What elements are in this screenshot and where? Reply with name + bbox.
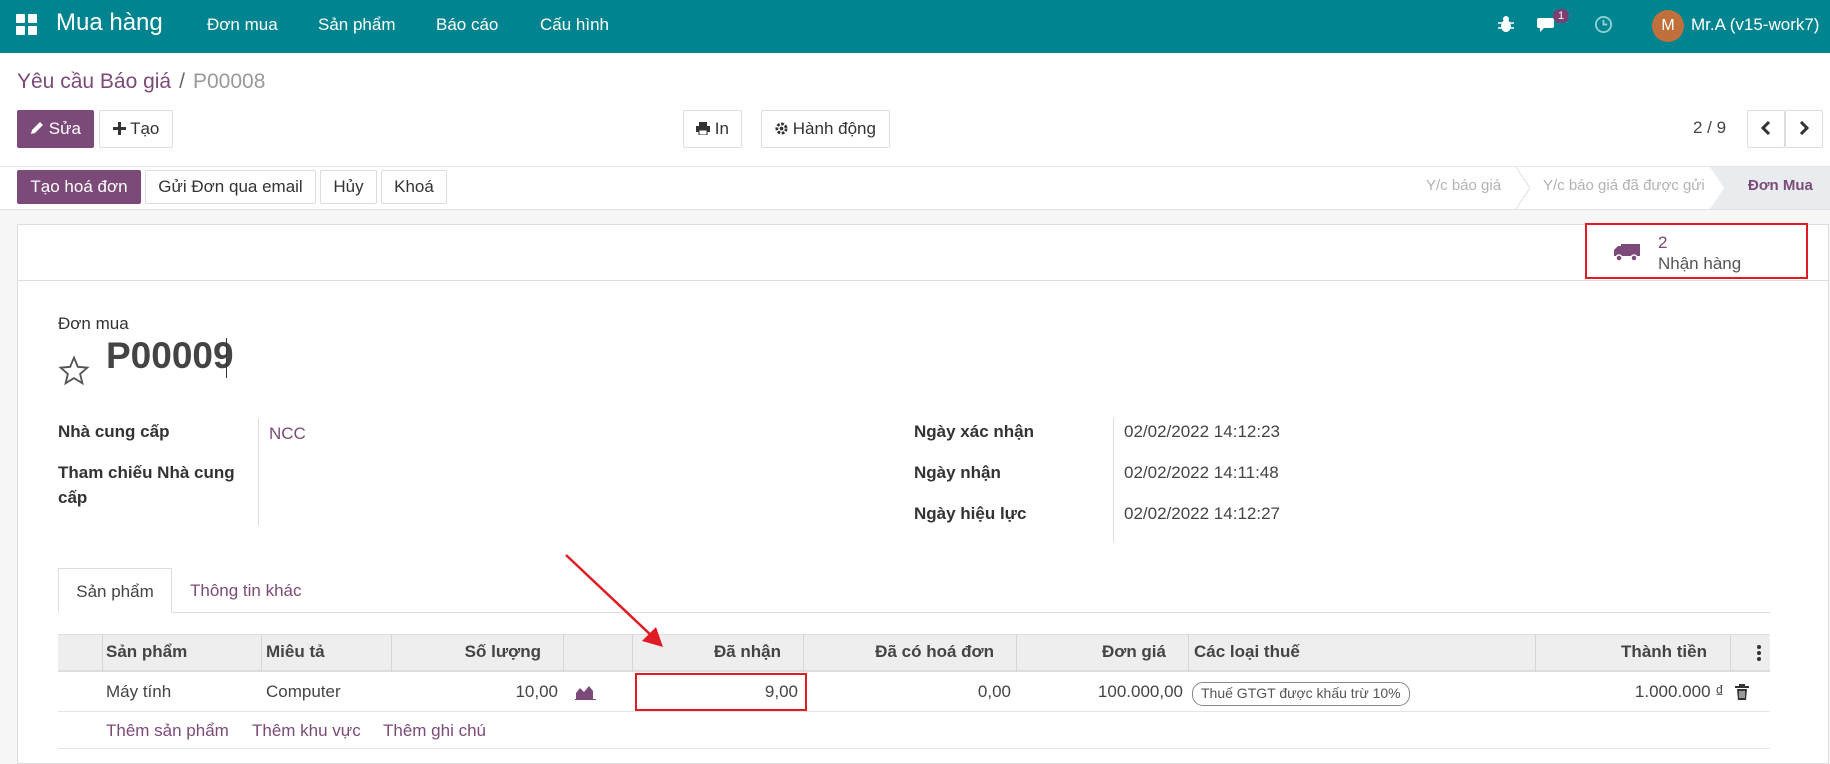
apps-grid-icon[interactable] [16, 14, 38, 36]
receipt-count: 2 [1658, 233, 1668, 252]
trash-icon[interactable] [1735, 684, 1749, 700]
print-icon [696, 122, 711, 136]
bug-icon[interactable] [1497, 15, 1515, 33]
create-button[interactable]: Tạo [99, 110, 173, 148]
header-subtotal[interactable]: Thành tiền [1535, 642, 1707, 662]
confirm-date-value[interactable]: 02/02/2022 14:12:23 [1124, 422, 1280, 442]
header-description[interactable]: Miêu tả [266, 642, 325, 662]
breadcrumb-current: P00008 [192, 70, 266, 93]
smart-button-box [17, 224, 1829, 281]
supplier-link[interactable]: NCC [269, 424, 306, 444]
line-product[interactable]: Máy tính [106, 682, 171, 702]
text-caret [226, 338, 227, 378]
tab-other-info[interactable]: Thông tin khác [190, 568, 302, 613]
user-name[interactable]: Mr.A (v15-work7) [1691, 15, 1819, 35]
chevron-right-icon [1799, 120, 1810, 136]
title-label: Đơn mua [58, 314, 129, 333]
header-unit-price[interactable]: Đơn giá [1016, 642, 1166, 662]
receipt-smart-button[interactable]: 2 Nhận hàng [1585, 223, 1808, 279]
gear-icon [775, 122, 788, 135]
star-icon[interactable] [58, 355, 90, 387]
line-billed[interactable]: 0,00 [803, 682, 1011, 702]
chevron-left-icon [1760, 120, 1771, 136]
column-separator [1188, 634, 1189, 672]
effective-date-label: Ngày hiệu lực [914, 504, 1027, 523]
tab-baseline [58, 612, 1770, 613]
forecast-chart-icon[interactable] [575, 684, 596, 700]
confirm-date-label: Ngày xác nhận [914, 422, 1034, 441]
menu-configuration[interactable]: Cấu hình [540, 15, 609, 35]
field-separator [1113, 418, 1114, 542]
breadcrumb-rfq-link[interactable]: Yêu cầu Báo giá [17, 70, 171, 93]
line-quantity[interactable]: 10,00 [391, 682, 558, 702]
column-separator [261, 634, 262, 672]
annotation-arrow [565, 554, 663, 647]
previous-record-button[interactable] [1747, 110, 1785, 148]
order-reference[interactable]: P00009 [106, 335, 234, 377]
edit-label: Sửa [48, 119, 81, 138]
send-email-button[interactable]: Gửi Đơn qua email [145, 170, 316, 204]
add-section-link[interactable]: Thêm khu vực [252, 721, 361, 741]
header-quantity[interactable]: Số lượng [391, 642, 541, 662]
menu-products[interactable]: Sản phẩm [318, 15, 396, 35]
receipt-date-value[interactable]: 02/02/2022 14:11:48 [1124, 463, 1279, 483]
row-divider [58, 748, 1770, 749]
next-record-button[interactable] [1785, 110, 1823, 148]
effective-date-value[interactable]: 02/02/2022 14:12:27 [1124, 504, 1280, 524]
receipt-date-label: Ngày nhận [914, 463, 1001, 482]
cancel-order-button[interactable]: Hủy [320, 170, 377, 204]
breadcrumb-separator: / [179, 70, 185, 93]
stage-rfq[interactable]: Y/c báo giá [1426, 177, 1501, 194]
add-note-link[interactable]: Thêm ghi chú [383, 721, 486, 741]
tab-products[interactable]: Sản phẩm [58, 568, 172, 613]
print-label: In [714, 119, 729, 138]
plus-icon [112, 122, 126, 135]
column-options-icon[interactable] [1756, 644, 1762, 662]
header-product[interactable]: Sản phẩm [106, 642, 187, 662]
top-navbar: Mua hàng Đơn mua Sản phẩm Báo cáo Cấu hì… [0, 0, 1830, 53]
header-billed[interactable]: Đã có hoá đơn [803, 642, 994, 662]
stage-rfq-sent[interactable]: Y/c báo giá đã được gửi [1543, 177, 1705, 194]
supplier-ref-label-cont: cấp [58, 488, 88, 507]
app-title[interactable]: Mua hàng [56, 9, 163, 37]
row-divider [58, 711, 1770, 712]
stage-purchase-order[interactable]: Đơn Mua [1748, 177, 1813, 194]
stage-divider [1516, 167, 1530, 209]
field-separator [258, 418, 259, 526]
supplier-ref-label: Tham chiếu Nhà cung [58, 463, 235, 482]
receipt-label: Nhận hàng [1658, 254, 1742, 273]
column-separator [102, 634, 103, 672]
user-avatar[interactable]: M [1652, 10, 1684, 42]
print-button[interactable]: In [683, 110, 742, 148]
line-subtotal: 1.000.000 ₫ [1634, 682, 1724, 701]
line-tax-badge[interactable]: Thuế GTGT được khấu trừ 10% [1192, 682, 1410, 706]
breadcrumb: Yêu cầu Báo giá / P00008 [17, 70, 265, 94]
menu-reports[interactable]: Báo cáo [436, 15, 498, 35]
create-invoice-button[interactable]: Tạo hoá đơn [17, 170, 141, 204]
pencil-icon [31, 122, 44, 134]
line-description[interactable]: Computer [266, 682, 341, 702]
column-separator [1730, 634, 1731, 672]
header-taxes[interactable]: Các loại thuế [1194, 642, 1300, 662]
supplier-label: Nhà cung cấp [58, 422, 170, 441]
action-label: Hành động [792, 119, 876, 138]
lock-button[interactable]: Khoá [381, 170, 447, 204]
action-button[interactable]: Hành động [761, 110, 890, 148]
add-product-link[interactable]: Thêm sản phẩm [106, 721, 229, 741]
clock-icon[interactable] [1594, 15, 1613, 34]
message-count-badge: 1 [1553, 9, 1570, 23]
create-label: Tạo [130, 119, 160, 138]
line-unit-price[interactable]: 100.000,00 [1016, 682, 1183, 702]
edit-button[interactable]: Sửa [17, 110, 94, 148]
received-highlight-box [635, 673, 807, 711]
truck-icon [1614, 244, 1640, 262]
menu-purchase-orders[interactable]: Đơn mua [207, 15, 278, 35]
pager-value[interactable]: 2 / 9 [1693, 118, 1726, 138]
